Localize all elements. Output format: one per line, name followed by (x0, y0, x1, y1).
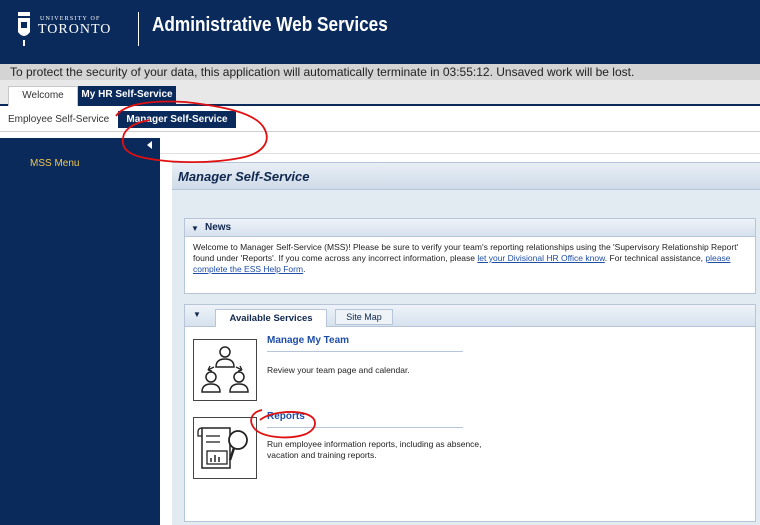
page-title: Manager Self-Service (178, 169, 310, 184)
main-content: Manager Self-Service ▼ News Welcome to M… (160, 138, 760, 525)
services-panel: ▼ Available Services Site Map Manage My … (184, 304, 756, 522)
subtab-employee-self-service[interactable]: Employee Self-Service (8, 114, 109, 125)
services-header: ▼ Available Services Site Map (185, 305, 755, 327)
mss-menu-label[interactable]: MSS Menu (30, 158, 79, 169)
tab-my-hr-self-service[interactable]: My HR Self-Service (78, 86, 176, 106)
content-top-strip (160, 138, 760, 154)
news-text-3: . (303, 264, 306, 274)
news-body: Welcome to Manager Self-Service (MSS)! P… (193, 242, 749, 275)
tab-welcome[interactable]: Welcome (8, 86, 78, 106)
page-header: Manager Self-Service (172, 162, 760, 190)
subtab-manager-self-service[interactable]: Manager Self-Service (118, 111, 236, 128)
main-tab-bar: Welcome My HR Self-Service (0, 80, 760, 106)
collapse-arrow-icon[interactable] (140, 138, 160, 152)
caret-down-icon[interactable]: ▼ (191, 224, 199, 233)
university-logo[interactable]: UNIVERSITY OF TORONTO (16, 8, 134, 52)
app-window: UNIVERSITY OF TORONTO Administrative Web… (0, 0, 760, 525)
tab-site-map[interactable]: Site Map (335, 309, 393, 325)
divisional-hr-link[interactable]: let your Divisional HR Office know (477, 253, 604, 263)
service-divider (267, 427, 463, 428)
sub-tab-bar: Employee Self-Service Manager Self-Servi… (0, 106, 760, 132)
app-header: UNIVERSITY OF TORONTO Administrative Web… (0, 0, 760, 64)
header-divider (138, 12, 139, 46)
news-header[interactable]: ▼ News (185, 219, 755, 237)
news-title: News (205, 222, 232, 233)
session-timeout-banner: To protect the security of your data, th… (0, 64, 760, 80)
reports-link[interactable]: Reports (267, 411, 305, 422)
team-icon[interactable] (193, 339, 257, 401)
tab-available-services[interactable]: Available Services (215, 309, 327, 327)
report-icon[interactable] (193, 417, 257, 479)
service-divider (267, 351, 463, 352)
logo-toronto: TORONTO (38, 22, 112, 37)
app-title: Administrative Web Services (152, 14, 388, 36)
left-navigation: MSS Menu (0, 138, 160, 525)
crest-icon (18, 12, 30, 46)
manage-my-team-link[interactable]: Manage My Team (267, 335, 349, 346)
manage-my-team-description: Review your team page and calendar. (267, 365, 410, 375)
news-panel: ▼ News Welcome to Manager Self-Service (… (184, 218, 756, 294)
reports-description: Run employee information reports, includ… (267, 439, 482, 460)
news-text-2: . For technical assistance, (604, 253, 706, 263)
caret-down-icon[interactable]: ▼ (193, 310, 201, 319)
content-area: ▼ News Welcome to Manager Self-Service (… (172, 190, 760, 525)
